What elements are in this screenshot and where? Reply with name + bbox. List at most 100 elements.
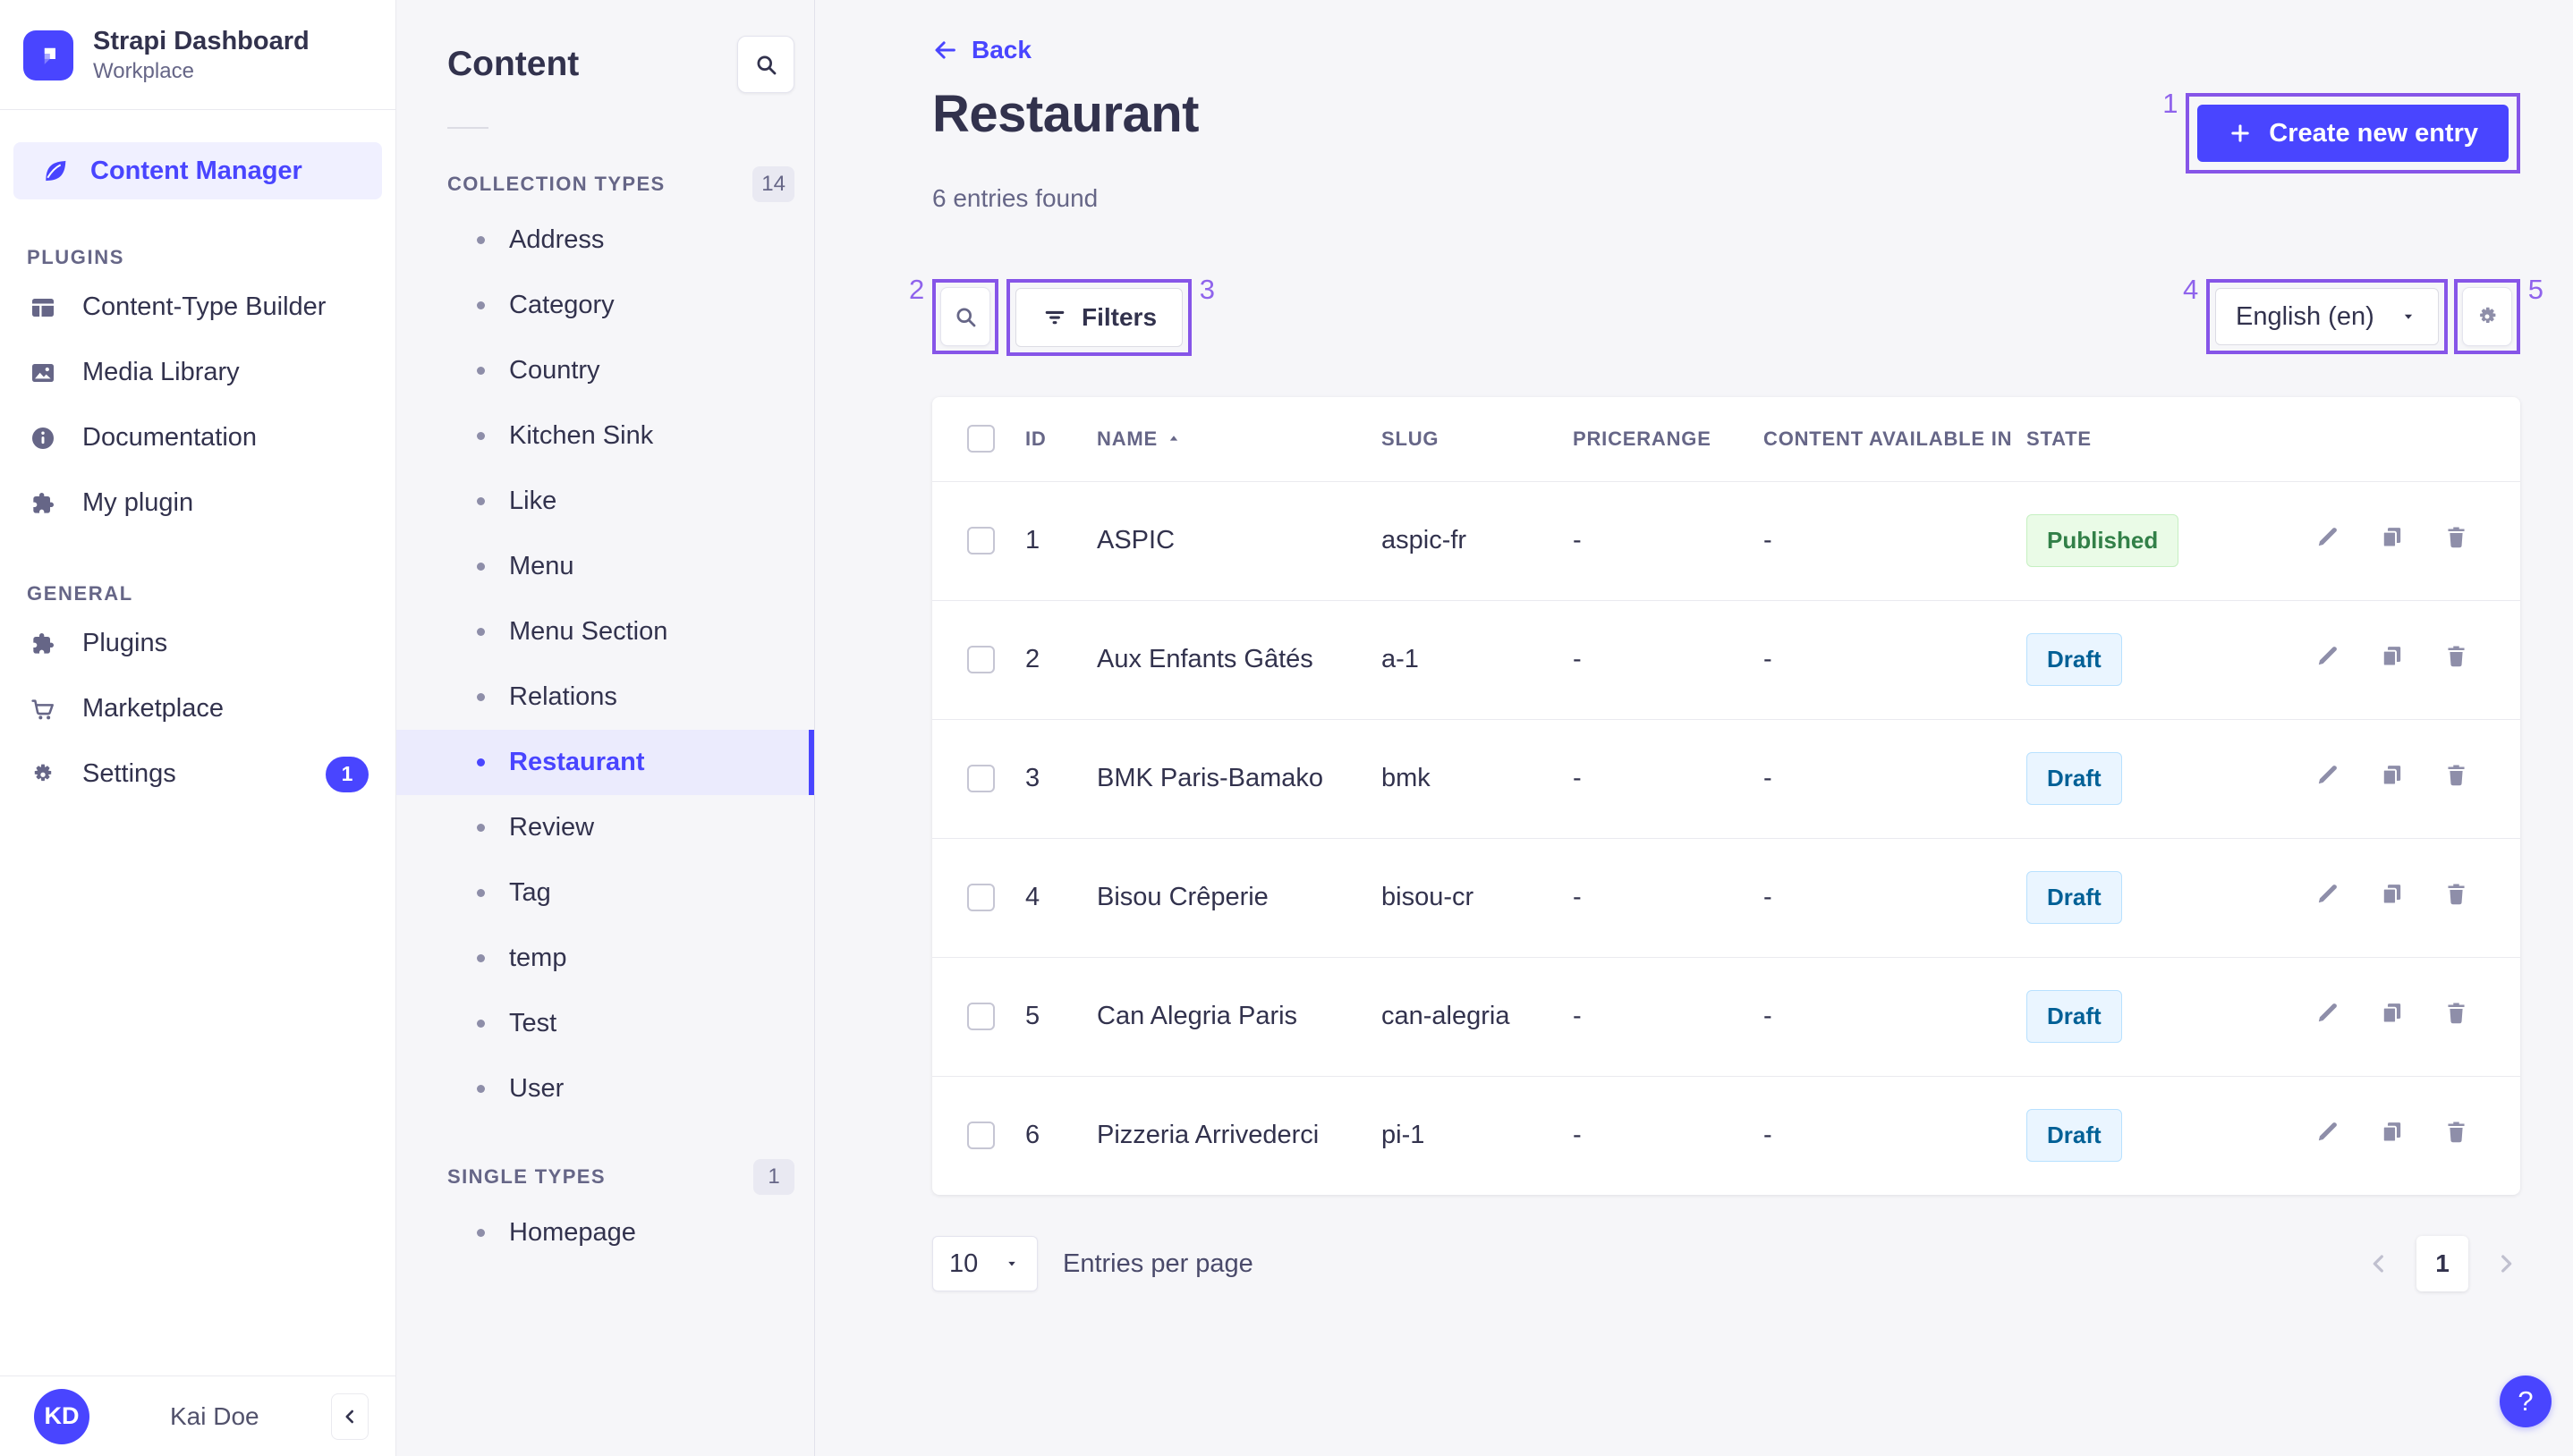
cell-pricerange: - — [1573, 838, 1763, 957]
locale-select[interactable]: English (en) — [2215, 288, 2439, 345]
content-type-tag[interactable]: Tag — [396, 860, 814, 926]
content-type-user[interactable]: User — [396, 1056, 814, 1122]
content-type-like[interactable]: Like — [396, 469, 814, 534]
count-badge: 14 — [752, 166, 794, 202]
cell-slug: bmk — [1381, 719, 1573, 838]
row-checkbox[interactable] — [967, 646, 995, 673]
column-header-slug[interactable]: SLUG — [1381, 397, 1573, 481]
edit-button[interactable] — [2314, 880, 2341, 908]
sidebar-item-my-plugin[interactable]: My plugin — [0, 470, 395, 536]
duplicate-button[interactable] — [2378, 642, 2406, 670]
table-row[interactable]: 1ASPICaspic-fr--Published — [932, 481, 2520, 600]
row-checkbox[interactable] — [967, 884, 995, 911]
trash-icon — [2442, 1118, 2470, 1146]
entries-table: IDNAMESLUGPRICERANGECONTENT AVAILABLE IN… — [932, 397, 2520, 1195]
chevron-left-icon — [338, 1405, 361, 1428]
select-all-checkbox[interactable] — [967, 425, 995, 453]
entries-per-page-select[interactable]: 10 — [932, 1236, 1038, 1291]
content-type-relations[interactable]: Relations — [396, 665, 814, 730]
content-type-country[interactable]: Country — [396, 338, 814, 403]
sidebar-item-documentation[interactable]: Documentation — [0, 405, 395, 470]
table-row[interactable]: 2Aux Enfants Gâtésa-1--Draft — [932, 600, 2520, 719]
cell-id: 4 — [1025, 838, 1097, 957]
collapse-sidebar-button[interactable] — [331, 1393, 369, 1440]
edit-button[interactable] — [2314, 761, 2341, 789]
cell-id: 5 — [1025, 957, 1097, 1076]
workspace-switcher[interactable]: Strapi Dashboard Workplace — [0, 0, 395, 109]
row-checkbox[interactable] — [967, 1003, 995, 1030]
duplicate-button[interactable] — [2378, 880, 2406, 908]
edit-button[interactable] — [2314, 642, 2341, 670]
edit-button[interactable] — [2314, 999, 2341, 1027]
content-type-category[interactable]: Category — [396, 273, 814, 338]
content-type-restaurant[interactable]: Restaurant — [396, 730, 814, 795]
page-number-button[interactable]: 1 — [2416, 1236, 2468, 1291]
content-type-menu[interactable]: Menu — [396, 534, 814, 599]
filters-button[interactable]: Filters — [1015, 288, 1183, 347]
column-header-pricerange[interactable]: PRICERANGE — [1573, 397, 1763, 481]
delete-button[interactable] — [2442, 523, 2470, 551]
plus-icon — [2228, 121, 2253, 146]
delete-button[interactable] — [2442, 880, 2470, 908]
content-type-label: Category — [509, 291, 615, 320]
panel-search-button[interactable] — [737, 36, 794, 93]
delete-button[interactable] — [2442, 999, 2470, 1027]
sidebar-item-plugins[interactable]: Plugins — [0, 611, 395, 676]
table-row[interactable]: 6Pizzeria Arrivedercipi-1--Draft — [932, 1076, 2520, 1195]
view-settings-button[interactable] — [2462, 287, 2512, 346]
next-page-button[interactable] — [2492, 1249, 2520, 1278]
sidebar-item-marketplace[interactable]: Marketplace — [0, 676, 395, 741]
content-type-label: Relations — [509, 682, 617, 712]
previous-page-button[interactable] — [2365, 1249, 2393, 1278]
edit-button[interactable] — [2314, 1118, 2341, 1146]
content-type-label: Menu — [509, 552, 574, 581]
row-checkbox[interactable] — [967, 527, 995, 554]
row-checkbox[interactable] — [967, 765, 995, 792]
pencil-icon — [2314, 761, 2341, 789]
avatar[interactable]: KD — [34, 1389, 89, 1444]
column-header-id[interactable]: ID — [1025, 397, 1097, 481]
content-type-review[interactable]: Review — [396, 795, 814, 860]
content-type-label: temp — [509, 944, 566, 973]
delete-button[interactable] — [2442, 642, 2470, 670]
duplicate-button[interactable] — [2378, 999, 2406, 1027]
sidebar-item-content-type-builder[interactable]: Content-Type Builder — [0, 275, 395, 340]
cell-name: Pizzeria Arrivederci — [1097, 1076, 1381, 1195]
duplicate-button[interactable] — [2378, 761, 2406, 789]
duplicate-button[interactable] — [2378, 523, 2406, 551]
content-type-test[interactable]: Test — [396, 991, 814, 1056]
cell-content-available-in: - — [1763, 1076, 2026, 1195]
delete-button[interactable] — [2442, 761, 2470, 789]
cell-slug: can-alegria — [1381, 957, 1573, 1076]
duplicate-button[interactable] — [2378, 1118, 2406, 1146]
content-type-address[interactable]: Address — [396, 207, 814, 273]
back-link[interactable]: Back — [932, 36, 1032, 64]
content-type-kitchen-sink[interactable]: Kitchen Sink — [396, 403, 814, 469]
column-header-content-available-in[interactable]: CONTENT AVAILABLE IN — [1763, 397, 2026, 481]
create-new-entry-button[interactable]: Create new entry — [2197, 105, 2509, 162]
column-header-name[interactable]: NAME — [1097, 397, 1381, 481]
sidebar-item-media-library[interactable]: Media Library — [0, 340, 395, 405]
content-type-temp[interactable]: temp — [396, 926, 814, 991]
cell-content-available-in: - — [1763, 719, 2026, 838]
row-checkbox[interactable] — [967, 1122, 995, 1149]
content-type-homepage[interactable]: Homepage — [396, 1200, 814, 1266]
pencil-icon — [2314, 999, 2341, 1027]
search-entries-button[interactable] — [940, 287, 990, 346]
panel-section-head: COLLECTION TYPES14 — [447, 166, 794, 202]
caret-down-icon — [1003, 1255, 1021, 1273]
entries-table-card: IDNAMESLUGPRICERANGECONTENT AVAILABLE IN… — [932, 397, 2520, 1195]
table-row[interactable]: 4Bisou Crêperiebisou-cr--Draft — [932, 838, 2520, 957]
column-header-state[interactable]: STATE — [2026, 397, 2250, 481]
table-row[interactable]: 3BMK Paris-Bamakobmk--Draft — [932, 719, 2520, 838]
sidebar-item-settings[interactable]: Settings1 — [0, 741, 395, 807]
cell-content-available-in: - — [1763, 957, 2026, 1076]
content-type-menu-section[interactable]: Menu Section — [396, 599, 814, 665]
panel-sections: COLLECTION TYPES14 Address Category Country… — [396, 129, 814, 1266]
delete-button[interactable] — [2442, 1118, 2470, 1146]
sidebar-item-content-manager[interactable]: Content Manager — [13, 142, 382, 199]
help-button[interactable]: ? — [2500, 1376, 2552, 1427]
annotation-box-2: 2 — [932, 279, 998, 354]
table-row[interactable]: 5Can Alegria Pariscan-alegria--Draft — [932, 957, 2520, 1076]
edit-button[interactable] — [2314, 523, 2341, 551]
